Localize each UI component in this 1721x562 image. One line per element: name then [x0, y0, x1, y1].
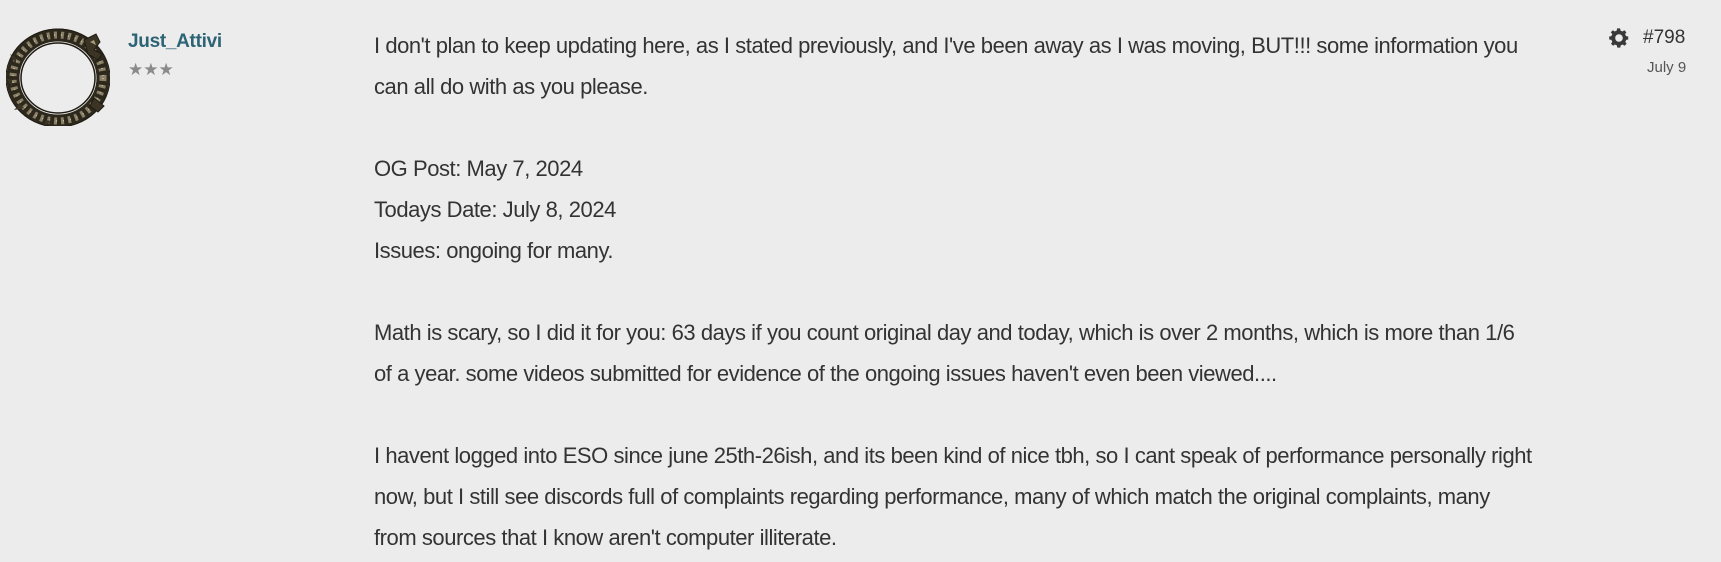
post-line: can all do with as you please.: [374, 74, 648, 99]
post-date: July 9: [1647, 59, 1687, 76]
gear-icon[interactable]: [1607, 26, 1631, 50]
post-number-link[interactable]: #798: [1643, 27, 1685, 49]
post-paragraph: Math is scary, so I did it for you: 63 d…: [374, 312, 1554, 394]
post-paragraph: I havent logged into ESO since june 25th…: [374, 435, 1554, 558]
forum-post: Just_Attivi ★★★ I don't plan to keep upd…: [0, 0, 1721, 562]
post-line: OG Post: May 7, 2024: [374, 156, 583, 181]
post-line: I don't plan to keep updating here, as I…: [374, 33, 1518, 58]
post-line: from sources that I know aren't computer…: [374, 525, 837, 550]
post-line: now, but I still see discords full of co…: [374, 484, 1490, 509]
post-paragraph: OG Post: May 7, 2024 Todays Date: July 8…: [374, 148, 1554, 271]
post-line: Math is scary, so I did it for you: 63 d…: [374, 320, 1515, 345]
post-line: Issues: ongoing for many.: [374, 238, 614, 263]
post-line: I havent logged into ESO since june 25th…: [374, 443, 1532, 468]
post-body: I don't plan to keep updating here, as I…: [374, 25, 1554, 558]
author-rank-stars: ★★★: [128, 60, 174, 79]
post-line: Todays Date: July 8, 2024: [374, 197, 616, 222]
user-avatar[interactable]: [6, 28, 110, 126]
post-line: of a year. some videos submitted for evi…: [374, 361, 1277, 386]
post-paragraph: I don't plan to keep updating here, as I…: [374, 25, 1554, 107]
author-username-link[interactable]: Just_Attivi: [128, 31, 222, 53]
